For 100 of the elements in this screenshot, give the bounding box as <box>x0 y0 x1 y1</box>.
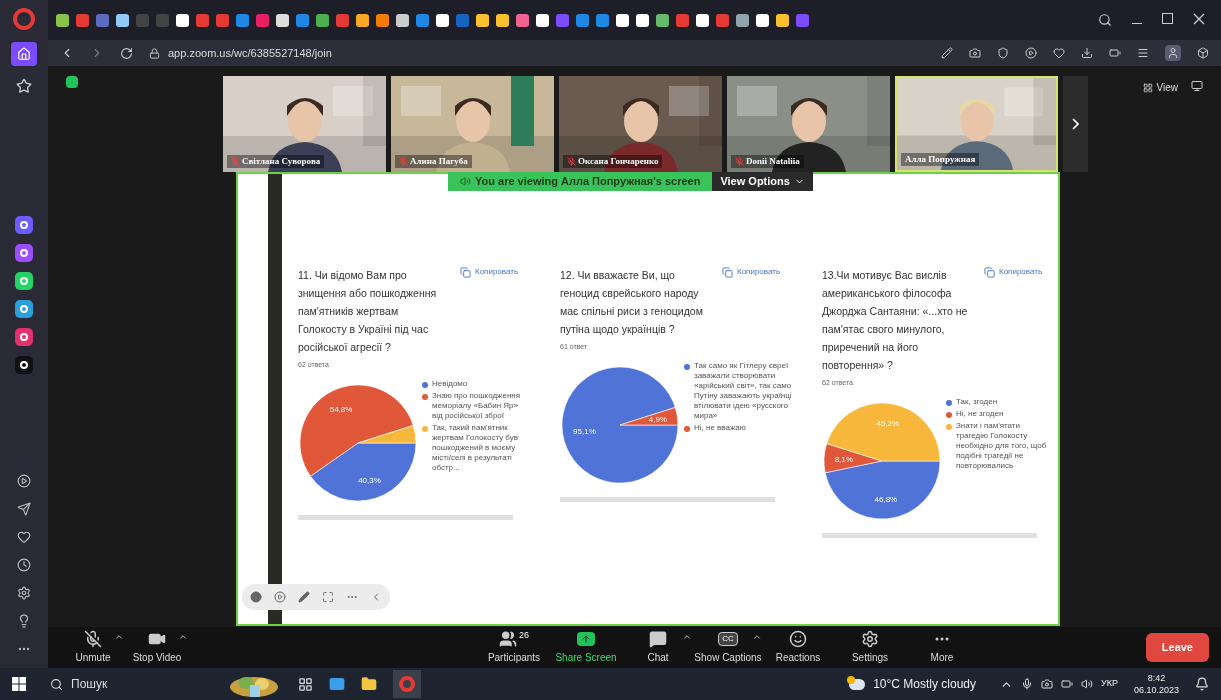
cube-icon[interactable] <box>1197 47 1209 59</box>
tab-favicon[interactable] <box>436 13 449 27</box>
close-icon[interactable] <box>1193 13 1205 25</box>
settings-icon[interactable] <box>17 586 31 600</box>
video-tile[interactable]: Оксана Гончаренко <box>559 76 722 172</box>
clock-icon[interactable] <box>17 558 31 572</box>
toolbar-button[interactable]: Chat <box>622 630 694 665</box>
app-icon[interactable] <box>15 328 33 346</box>
search-icon <box>50 677 63 691</box>
url-text[interactable]: app.zoom.us/wc/6385527148/join <box>168 44 332 62</box>
video-tile[interactable]: Світлана Суворова <box>223 76 386 172</box>
reload-icon[interactable] <box>120 46 133 60</box>
video-tile[interactable]: Алина Пагуба <box>391 76 554 172</box>
tab-favicon[interactable] <box>756 13 769 27</box>
tab-favicon[interactable] <box>656 13 669 27</box>
microphone-icon[interactable] <box>1021 678 1033 690</box>
tab-favicon[interactable] <box>476 13 489 27</box>
copy-button[interactable]: Копировать <box>460 266 519 278</box>
tab-favicon[interactable] <box>496 13 509 27</box>
battery-icon[interactable] <box>1109 47 1121 59</box>
clock-date[interactable]: 06.10.2023 <box>1133 684 1179 696</box>
app-icon[interactable] <box>15 272 33 290</box>
folder-icon[interactable] <box>361 676 377 692</box>
camera-icon[interactable] <box>969 47 981 59</box>
battery-icon[interactable] <box>1061 678 1073 690</box>
home-button[interactable] <box>11 42 37 66</box>
play-icon[interactable] <box>274 591 286 603</box>
tab-favicon[interactable] <box>536 13 549 27</box>
tab-favicon[interactable] <box>176 13 189 27</box>
notification-icon[interactable] <box>1195 677 1209 691</box>
search-icon[interactable] <box>1098 13 1112 27</box>
toolbar-button[interactable]: Share Screen <box>550 630 622 665</box>
video-tile[interactable]: Алла Попружная <box>895 76 1058 172</box>
language-indicator[interactable]: УКР <box>1101 677 1118 691</box>
shield-icon[interactable] <box>997 47 1009 59</box>
tab-favicon[interactable] <box>356 13 369 27</box>
tab-favicon[interactable] <box>56 13 69 27</box>
caret-icon[interactable] <box>752 632 762 642</box>
tab-favicon[interactable] <box>376 13 389 27</box>
app-icon[interactable] <box>15 300 33 318</box>
toolbar-button[interactable]: Unmute <box>60 630 126 665</box>
app-icon[interactable] <box>15 244 33 262</box>
task-view-icon[interactable] <box>298 676 313 692</box>
copy-button[interactable]: Копировать <box>722 266 781 278</box>
send-icon[interactable] <box>17 502 31 516</box>
play-icon[interactable] <box>17 474 31 488</box>
toolbar-button[interactable]: Settings <box>834 630 906 665</box>
download-icon[interactable] <box>1081 47 1093 59</box>
caret-icon[interactable] <box>178 632 188 642</box>
pencil-icon[interactable] <box>298 591 310 603</box>
heart-icon[interactable] <box>17 530 31 544</box>
participant-name: Donii Nataliia <box>746 154 800 168</box>
toolbar-button[interactable]: CC Show Captions <box>692 630 764 665</box>
record-icon[interactable] <box>250 591 262 603</box>
caret-icon[interactable] <box>114 632 124 642</box>
tab-favicon[interactable] <box>696 13 709 27</box>
captions-icon: CC <box>718 632 738 646</box>
heart-icon[interactable] <box>1053 47 1065 59</box>
toolbar-button[interactable]: Stop Video <box>124 630 190 665</box>
windows-start-icon[interactable] <box>12 677 26 691</box>
copy-icon <box>460 266 471 278</box>
edit-icon[interactable] <box>941 47 953 59</box>
screen-icon[interactable] <box>1191 80 1203 92</box>
tab-favicon[interactable] <box>616 13 629 27</box>
lightbulb-icon[interactable] <box>17 614 31 628</box>
view-options-button[interactable]: View Options <box>712 172 813 191</box>
weather-text[interactable]: 10°C Mostly cloudy <box>873 675 976 693</box>
mic-off-icon <box>84 630 102 648</box>
smiley-icon <box>789 630 807 648</box>
toolbar-button[interactable]: 26 Participants <box>478 630 550 665</box>
camera-icon[interactable] <box>1041 678 1053 690</box>
tab-favicon[interactable] <box>316 13 329 27</box>
tab-favicon[interactable] <box>116 13 129 27</box>
volume-icon[interactable] <box>1081 678 1093 690</box>
leave-button[interactable]: Leave <box>1145 633 1209 662</box>
tab-favicon[interactable] <box>776 13 789 27</box>
restore-icon[interactable] <box>1162 13 1173 24</box>
tab-favicon[interactable] <box>636 13 649 27</box>
copy-button[interactable]: Копировать <box>984 266 1043 278</box>
video-tile[interactable]: Donii Nataliia <box>727 76 890 172</box>
opera-logo-icon[interactable] <box>13 8 35 30</box>
star-icon[interactable] <box>16 78 32 94</box>
clock-time[interactable]: 8:42 <box>1147 672 1166 684</box>
app-icon[interactable] <box>15 216 33 234</box>
tab-favicon[interactable] <box>736 13 749 27</box>
tab-favicon[interactable] <box>276 13 289 27</box>
caret-icon[interactable] <box>682 632 692 642</box>
profile-button[interactable] <box>1165 45 1181 61</box>
weather-icon[interactable] <box>849 678 866 690</box>
mail-icon[interactable] <box>329 676 345 692</box>
menu-icon[interactable] <box>1137 47 1149 59</box>
toolbar-button[interactable]: Reactions <box>762 630 834 665</box>
fullscreen-icon[interactable] <box>322 591 334 603</box>
opera-taskbar-icon[interactable] <box>393 670 421 698</box>
view-button[interactable]: View <box>1142 80 1178 95</box>
tab-favicon[interactable] <box>396 13 409 27</box>
security-shield-icon[interactable] <box>66 76 78 88</box>
toolbar-button[interactable]: More <box>906 630 978 665</box>
search-field[interactable]: Пошук <box>50 675 210 693</box>
app-icon[interactable] <box>15 356 33 374</box>
